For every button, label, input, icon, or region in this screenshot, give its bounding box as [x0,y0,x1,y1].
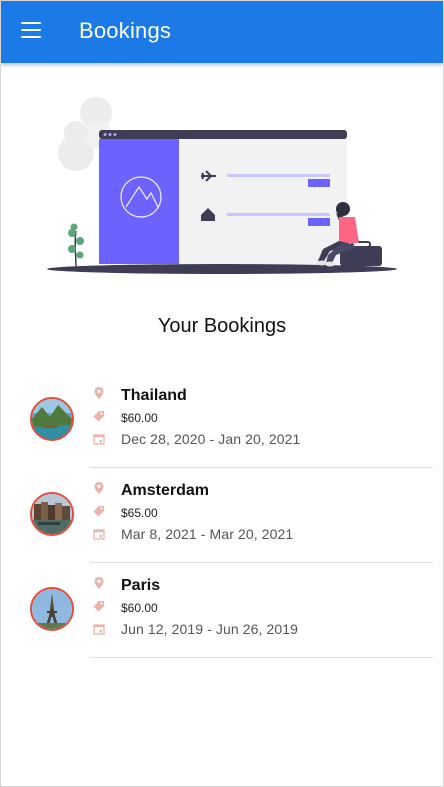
divider [90,657,433,658]
menu-button[interactable] [21,22,43,42]
booking-dates: Mar 8, 2021 - Mar 20, 2021 [121,526,294,542]
menu-icon-bar [21,36,41,38]
booking-list: Thailand $60.00 Dec 28, 2020 - Jan 20, 2… [1,373,443,658]
booking-price: $60.00 [121,601,158,615]
thailand-thumbnail [30,397,74,441]
booking-item[interactable]: Paris $60.00 Jun 12, 2019 - Jun 26, 2019 [1,563,443,658]
price-tag-icon [93,601,104,612]
booking-price: $65.00 [121,506,158,520]
calendar-icon [93,529,105,540]
booking-dates: Dec 28, 2020 - Jan 20, 2021 [121,431,301,447]
booking-item[interactable]: Thailand $60.00 Dec 28, 2020 - Jan 20, 2… [1,373,443,468]
destination-name: Thailand [121,387,187,404]
map-pin-icon [94,577,104,589]
destination-name: Paris [121,577,161,594]
travel-booking-illustration [47,97,397,274]
paris-thumbnail [30,587,74,631]
price-tag-icon [93,411,104,422]
price-tag-icon [93,506,104,517]
calendar-icon [93,434,105,445]
destination-name: Amsterdam [121,482,210,499]
app-bar: Bookings [1,1,443,63]
page-title: Bookings [79,18,172,43]
map-pin-icon [94,387,104,399]
amsterdam-thumbnail [30,492,74,536]
menu-icon-bar [21,29,41,31]
booking-dates: Jun 12, 2019 - Jun 26, 2019 [121,621,299,637]
booking-price: $60.00 [121,411,158,425]
app-screen: Bookings Your Bookings Thailand $60.00 D… [0,0,444,787]
section-title: Your Bookings [157,315,287,337]
calendar-icon [93,624,105,635]
booking-item[interactable]: Amsterdam $65.00 Mar 8, 2021 - Mar 20, 2… [1,468,443,563]
menu-icon [21,22,41,24]
map-pin-icon [94,482,104,494]
